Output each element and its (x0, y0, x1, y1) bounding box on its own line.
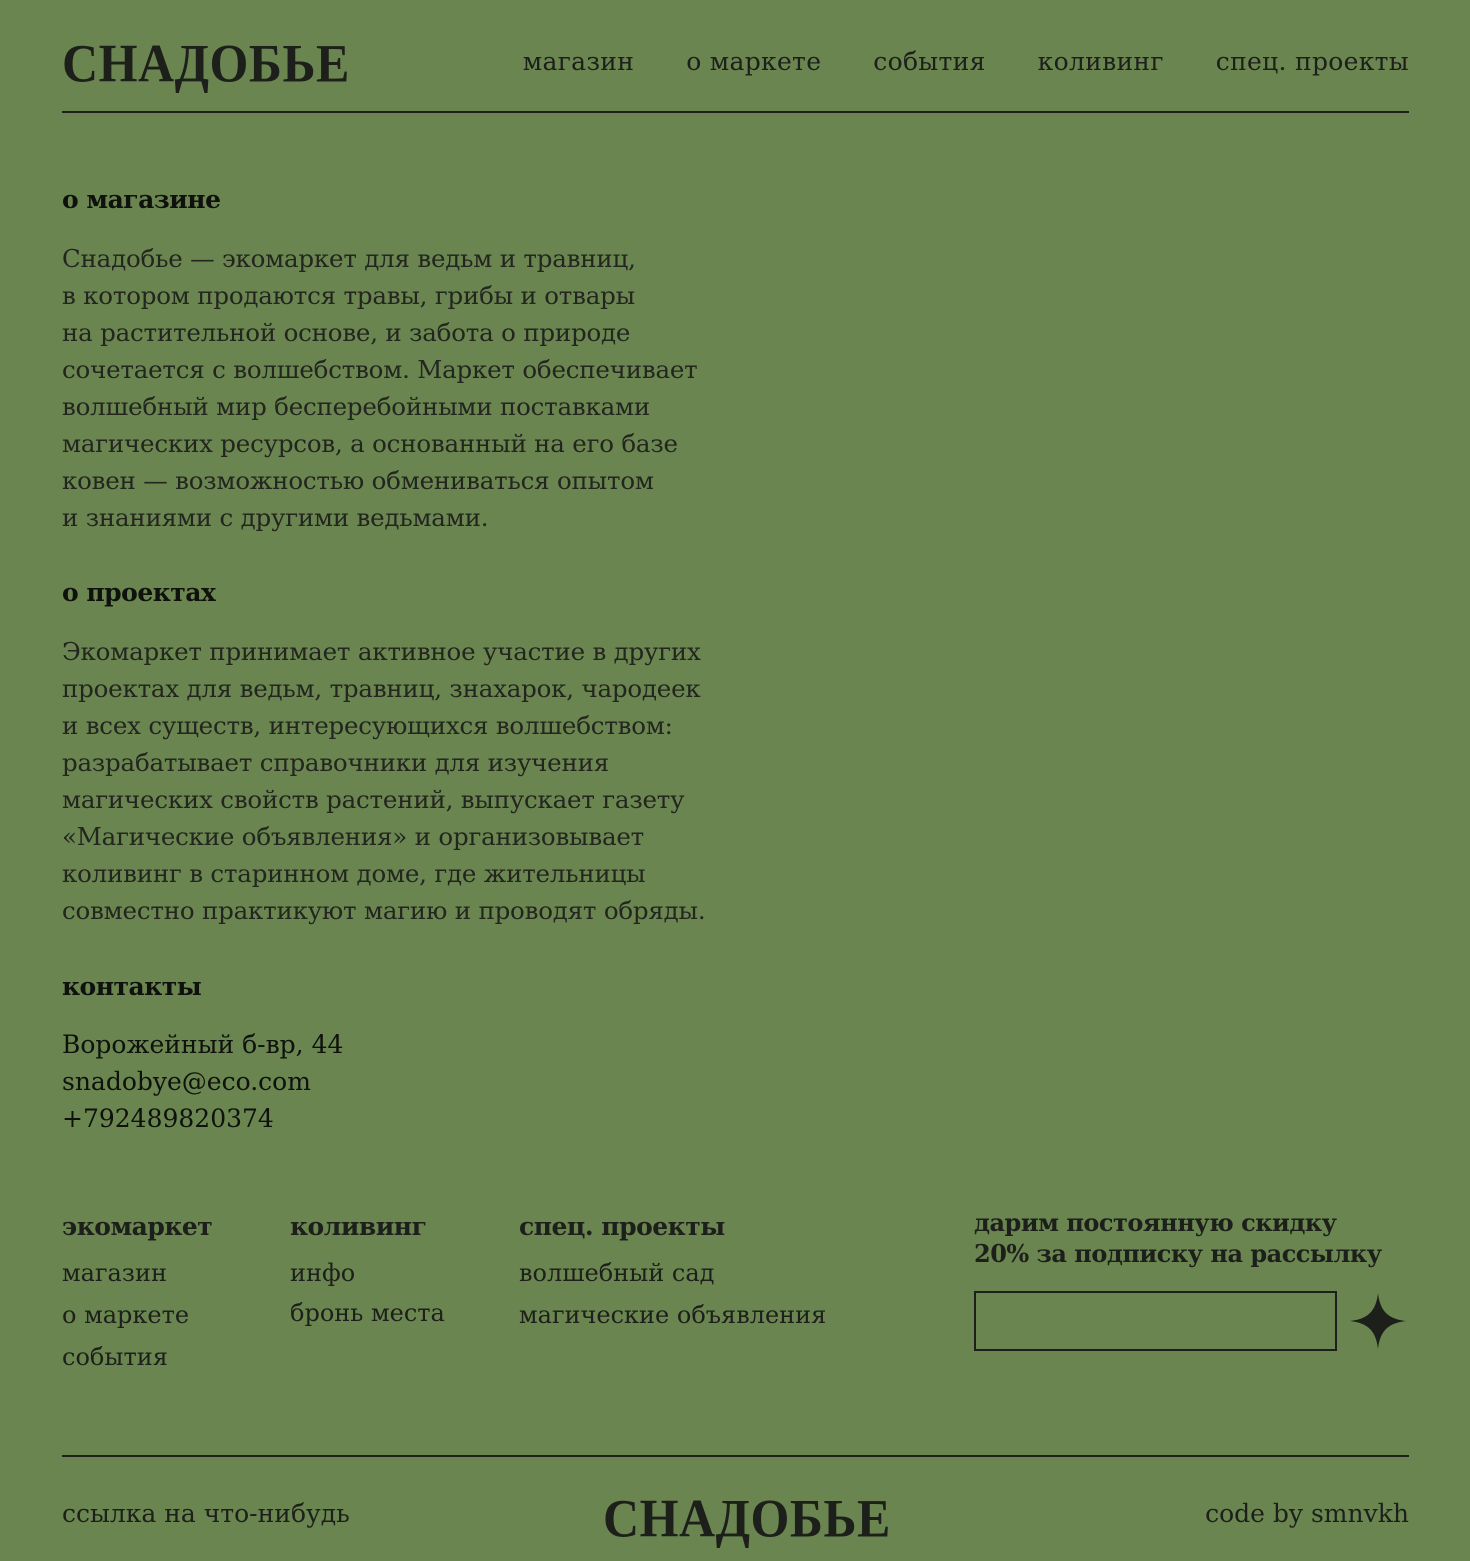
site-footer: ссылка на что-нибудь СНАДОБЬЕ code by sm… (62, 1455, 1409, 1561)
footer-link-magic-garden[interactable]: волшебный сад (519, 1252, 826, 1294)
subscribe-offer-line: дарим постоянную скидку (974, 1208, 1337, 1237)
newsletter-email-input[interactable] (974, 1291, 1337, 1351)
about-shop-line: магических ресурсов, а основанный на его… (62, 429, 678, 458)
footer-column-ecomarket: экомаркет магазин о маркете события (62, 1208, 213, 1378)
site-logo[interactable]: СНАДОБЬЕ (62, 32, 350, 95)
about-shop-line: на растительной основе, и забота о приро… (62, 318, 631, 347)
about-projects-title: о проектах (62, 578, 216, 607)
footer-link-events[interactable]: события (62, 1336, 212, 1378)
about-shop-line: волшебный мир бесперебойными поставками (62, 392, 651, 421)
site-header: СНАДОБЬЕ магазин о маркете события колив… (62, 0, 1409, 113)
about-shop-line: Снадобье — экомаркет для ведьм и травниц… (62, 244, 636, 273)
about-projects-line: проектах для ведьм, травниц, знахарок, ч… (62, 674, 701, 703)
about-projects-line: разрабатывает справочники для изучения (62, 748, 609, 777)
footer-column-special-projects: спец. проекты волшебный сад магические о… (519, 1208, 826, 1336)
about-projects-line: Экомаркет принимает активное участие в д… (62, 637, 701, 666)
footer-misc-link[interactable]: ссылка на что-нибудь (62, 1497, 350, 1531)
about-shop-line: сочетается с волшебством. Маркет обеспеч… (62, 355, 698, 384)
footer-credit-link[interactable]: code by smnvkh (1205, 1497, 1409, 1531)
about-shop-line: в котором продаются травы, грибы и отвар… (62, 281, 635, 310)
about-shop-text: Снадобье — экомаркет для ведьм и травниц… (62, 240, 742, 536)
nav-item-special-projects[interactable]: спец. проекты (1216, 45, 1409, 79)
nav-item-shop[interactable]: магазин (523, 45, 634, 79)
footer-link-book-place[interactable]: бронь места (290, 1292, 445, 1334)
about-projects-line: магических свойств растений, выпускает г… (62, 785, 685, 814)
footer-column-heading: спец. проекты (519, 1212, 725, 1241)
footer-link-info[interactable]: инфо (290, 1252, 445, 1294)
footer-link-about-market[interactable]: о маркете (62, 1294, 212, 1336)
nav-item-coliving[interactable]: коливинг (1038, 45, 1164, 79)
nav-item-about-market[interactable]: о маркете (686, 45, 821, 79)
main-nav: магазин о маркете события коливинг спец.… (523, 45, 1409, 79)
contact-phone-link[interactable]: +792489820374 (62, 1104, 274, 1133)
contact-address: Ворожейный б-вр, 44 (62, 1030, 344, 1059)
about-projects-line: и всех существ, интересующихся волшебств… (62, 711, 673, 740)
about-shop-title: о магазине (62, 185, 221, 214)
about-projects-text: Экомаркет принимает активное участие в д… (62, 633, 742, 929)
footer-column-heading: коливинг (290, 1212, 427, 1241)
nav-item-events[interactable]: события (873, 45, 985, 79)
subscribe-offer-line: 20% за подписку на рассылку (974, 1239, 1382, 1268)
four-point-star-icon[interactable] (1348, 1291, 1408, 1351)
about-projects-line: «Магические объявления» и организовывает (62, 822, 644, 851)
footer-link-magic-ads[interactable]: магические объявления (519, 1294, 826, 1336)
newsletter-subscribe: дарим постоянную скидку 20% за подписку … (974, 1207, 1409, 1351)
contacts-block: Ворожейный б-вр, 44 snadobye@eco.com +79… (62, 1026, 343, 1137)
subscribe-offer-text: дарим постоянную скидку 20% за подписку … (974, 1207, 1409, 1269)
contacts-title: контакты (62, 972, 202, 1001)
about-projects-line: совместно практикуют магию и проводят об… (62, 896, 706, 925)
about-shop-line: ковен — возможностью обмениваться опытом (62, 466, 654, 495)
contact-email-link[interactable]: snadobye@eco.com (62, 1067, 311, 1096)
footer-logo[interactable]: СНАДОБЬЕ (603, 1487, 891, 1550)
about-projects-line: коливинг в старинном доме, где жительниц… (62, 859, 646, 888)
footer-column-heading: экомаркет (62, 1212, 213, 1241)
about-shop-line: и знаниями с другими ведьмами. (62, 503, 489, 532)
footer-column-coliving: коливинг инфо бронь места (290, 1208, 445, 1334)
footer-link-shop[interactable]: магазин (62, 1252, 212, 1294)
